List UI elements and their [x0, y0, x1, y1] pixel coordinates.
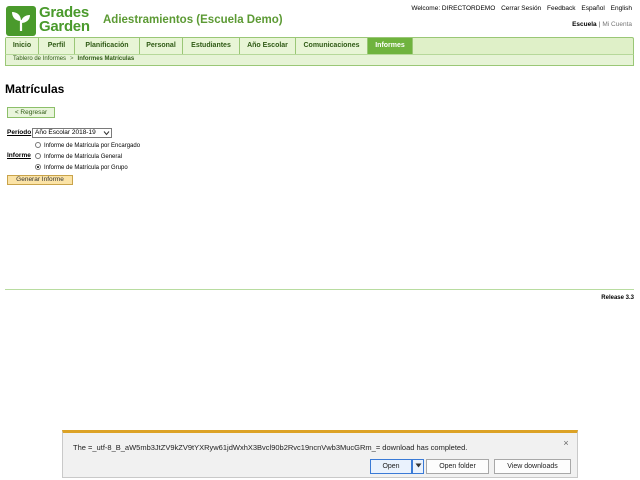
tab-informes[interactable]: Informes	[368, 38, 413, 54]
english-link[interactable]: English	[611, 5, 632, 12]
tab-estudiantes[interactable]: Estudiantes	[183, 38, 240, 54]
sprout-logo-icon	[6, 6, 36, 36]
tab-personal[interactable]: Personal	[140, 38, 183, 54]
scope-separator: |	[598, 21, 601, 28]
radio-general[interactable]	[35, 153, 41, 159]
breadcrumb-separator: >	[70, 56, 74, 62]
open-button[interactable]: Open	[370, 459, 412, 474]
report-option-encargado[interactable]: Informe de Matrícula por Encargado	[35, 142, 140, 150]
report-option-label: Informe de Matrícula por Encargado	[44, 143, 141, 149]
logo-wordmark: Grades Garden	[39, 5, 90, 35]
view-downloads-button[interactable]: View downloads	[494, 459, 571, 474]
radio-encargado[interactable]	[35, 142, 41, 148]
open-dropdown-button[interactable]	[412, 459, 424, 474]
breadcrumb-current: Informes Matrículas	[77, 56, 135, 62]
school-scope-link[interactable]: Escuela	[572, 21, 597, 28]
close-icon[interactable]: ×	[561, 438, 571, 448]
tab-perfil[interactable]: Perfil	[39, 38, 75, 54]
download-message: The =_utf-8_B_aW5mb3JtZV9kZV9tYXRyw61jdW…	[73, 443, 468, 452]
my-account-link[interactable]: Mi Cuenta	[602, 21, 632, 28]
generate-report-button[interactable]: Generar Informe	[7, 175, 73, 185]
report-option-general[interactable]: Informe de Matrícula General	[35, 153, 122, 161]
school-title: Adiestramientos (Escuela Demo)	[103, 14, 283, 26]
chevron-down-icon	[103, 131, 110, 136]
breadcrumb: Tablero de Informes > Informes Matrículas	[5, 54, 634, 66]
top-links: Welcome: DIRECTORDEMO Cerrar Sesión Feed…	[407, 5, 632, 12]
period-select[interactable]: Año Escolar 2018-19	[32, 128, 112, 138]
page-title: Matrículas	[5, 82, 65, 96]
breadcrumb-parent-link[interactable]: Tablero de Informes	[13, 56, 66, 62]
tab-ano-escolar[interactable]: Año Escolar	[240, 38, 296, 54]
welcome-text: Welcome: DIRECTORDEMO	[411, 5, 496, 12]
radio-grupo[interactable]	[35, 164, 41, 170]
report-option-label: Informe de Matrícula General	[44, 154, 123, 160]
back-button[interactable]: < Regresar	[7, 107, 55, 118]
grades-garden-logo[interactable]: Grades Garden	[6, 5, 94, 36]
release-version: Release 3.3	[601, 295, 634, 301]
feedback-link[interactable]: Feedback	[547, 5, 576, 12]
report-option-label: Informe de Matrícula por Grupo	[44, 165, 128, 171]
logo-word-garden: Garden	[39, 18, 90, 35]
period-label: Período	[7, 129, 32, 136]
caret-down-icon	[415, 463, 421, 468]
tab-planificacion[interactable]: Planificación	[75, 38, 140, 54]
footer-divider	[5, 289, 634, 290]
report-option-grupo[interactable]: Informe de Matrícula por Grupo	[35, 164, 128, 172]
spanish-link[interactable]: Español	[581, 5, 605, 12]
scope-switcher: Escuela | Mi Cuenta	[572, 21, 632, 28]
download-notification-bar: The =_utf-8_B_aW5mb3JtZV9kZV9tYXRyw61jdW…	[62, 430, 578, 478]
report-label: Informe	[7, 152, 31, 159]
open-folder-button[interactable]: Open folder	[426, 459, 489, 474]
main-nav: Inicio Perfil Planificación Personal Est…	[5, 37, 634, 54]
period-select-value: Año Escolar 2018-19	[35, 129, 96, 136]
logout-link[interactable]: Cerrar Sesión	[501, 5, 541, 12]
tab-comunicaciones[interactable]: Comunicaciones	[296, 38, 368, 54]
tab-inicio[interactable]: Inicio	[6, 38, 39, 54]
